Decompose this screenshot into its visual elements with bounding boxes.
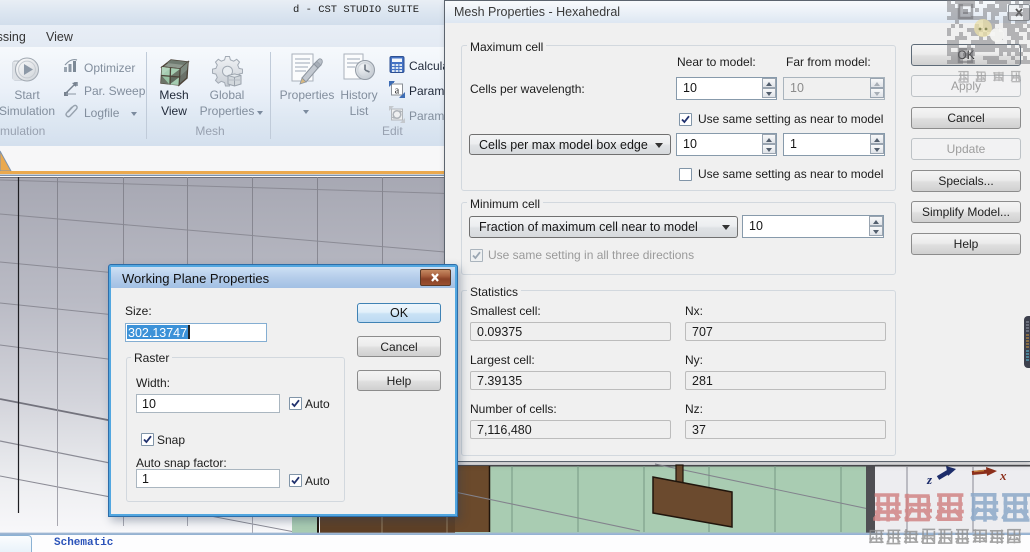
svg-text:z: z	[926, 472, 933, 487]
svg-text:a: a	[395, 86, 400, 97]
svg-text:x: x	[999, 468, 1007, 483]
